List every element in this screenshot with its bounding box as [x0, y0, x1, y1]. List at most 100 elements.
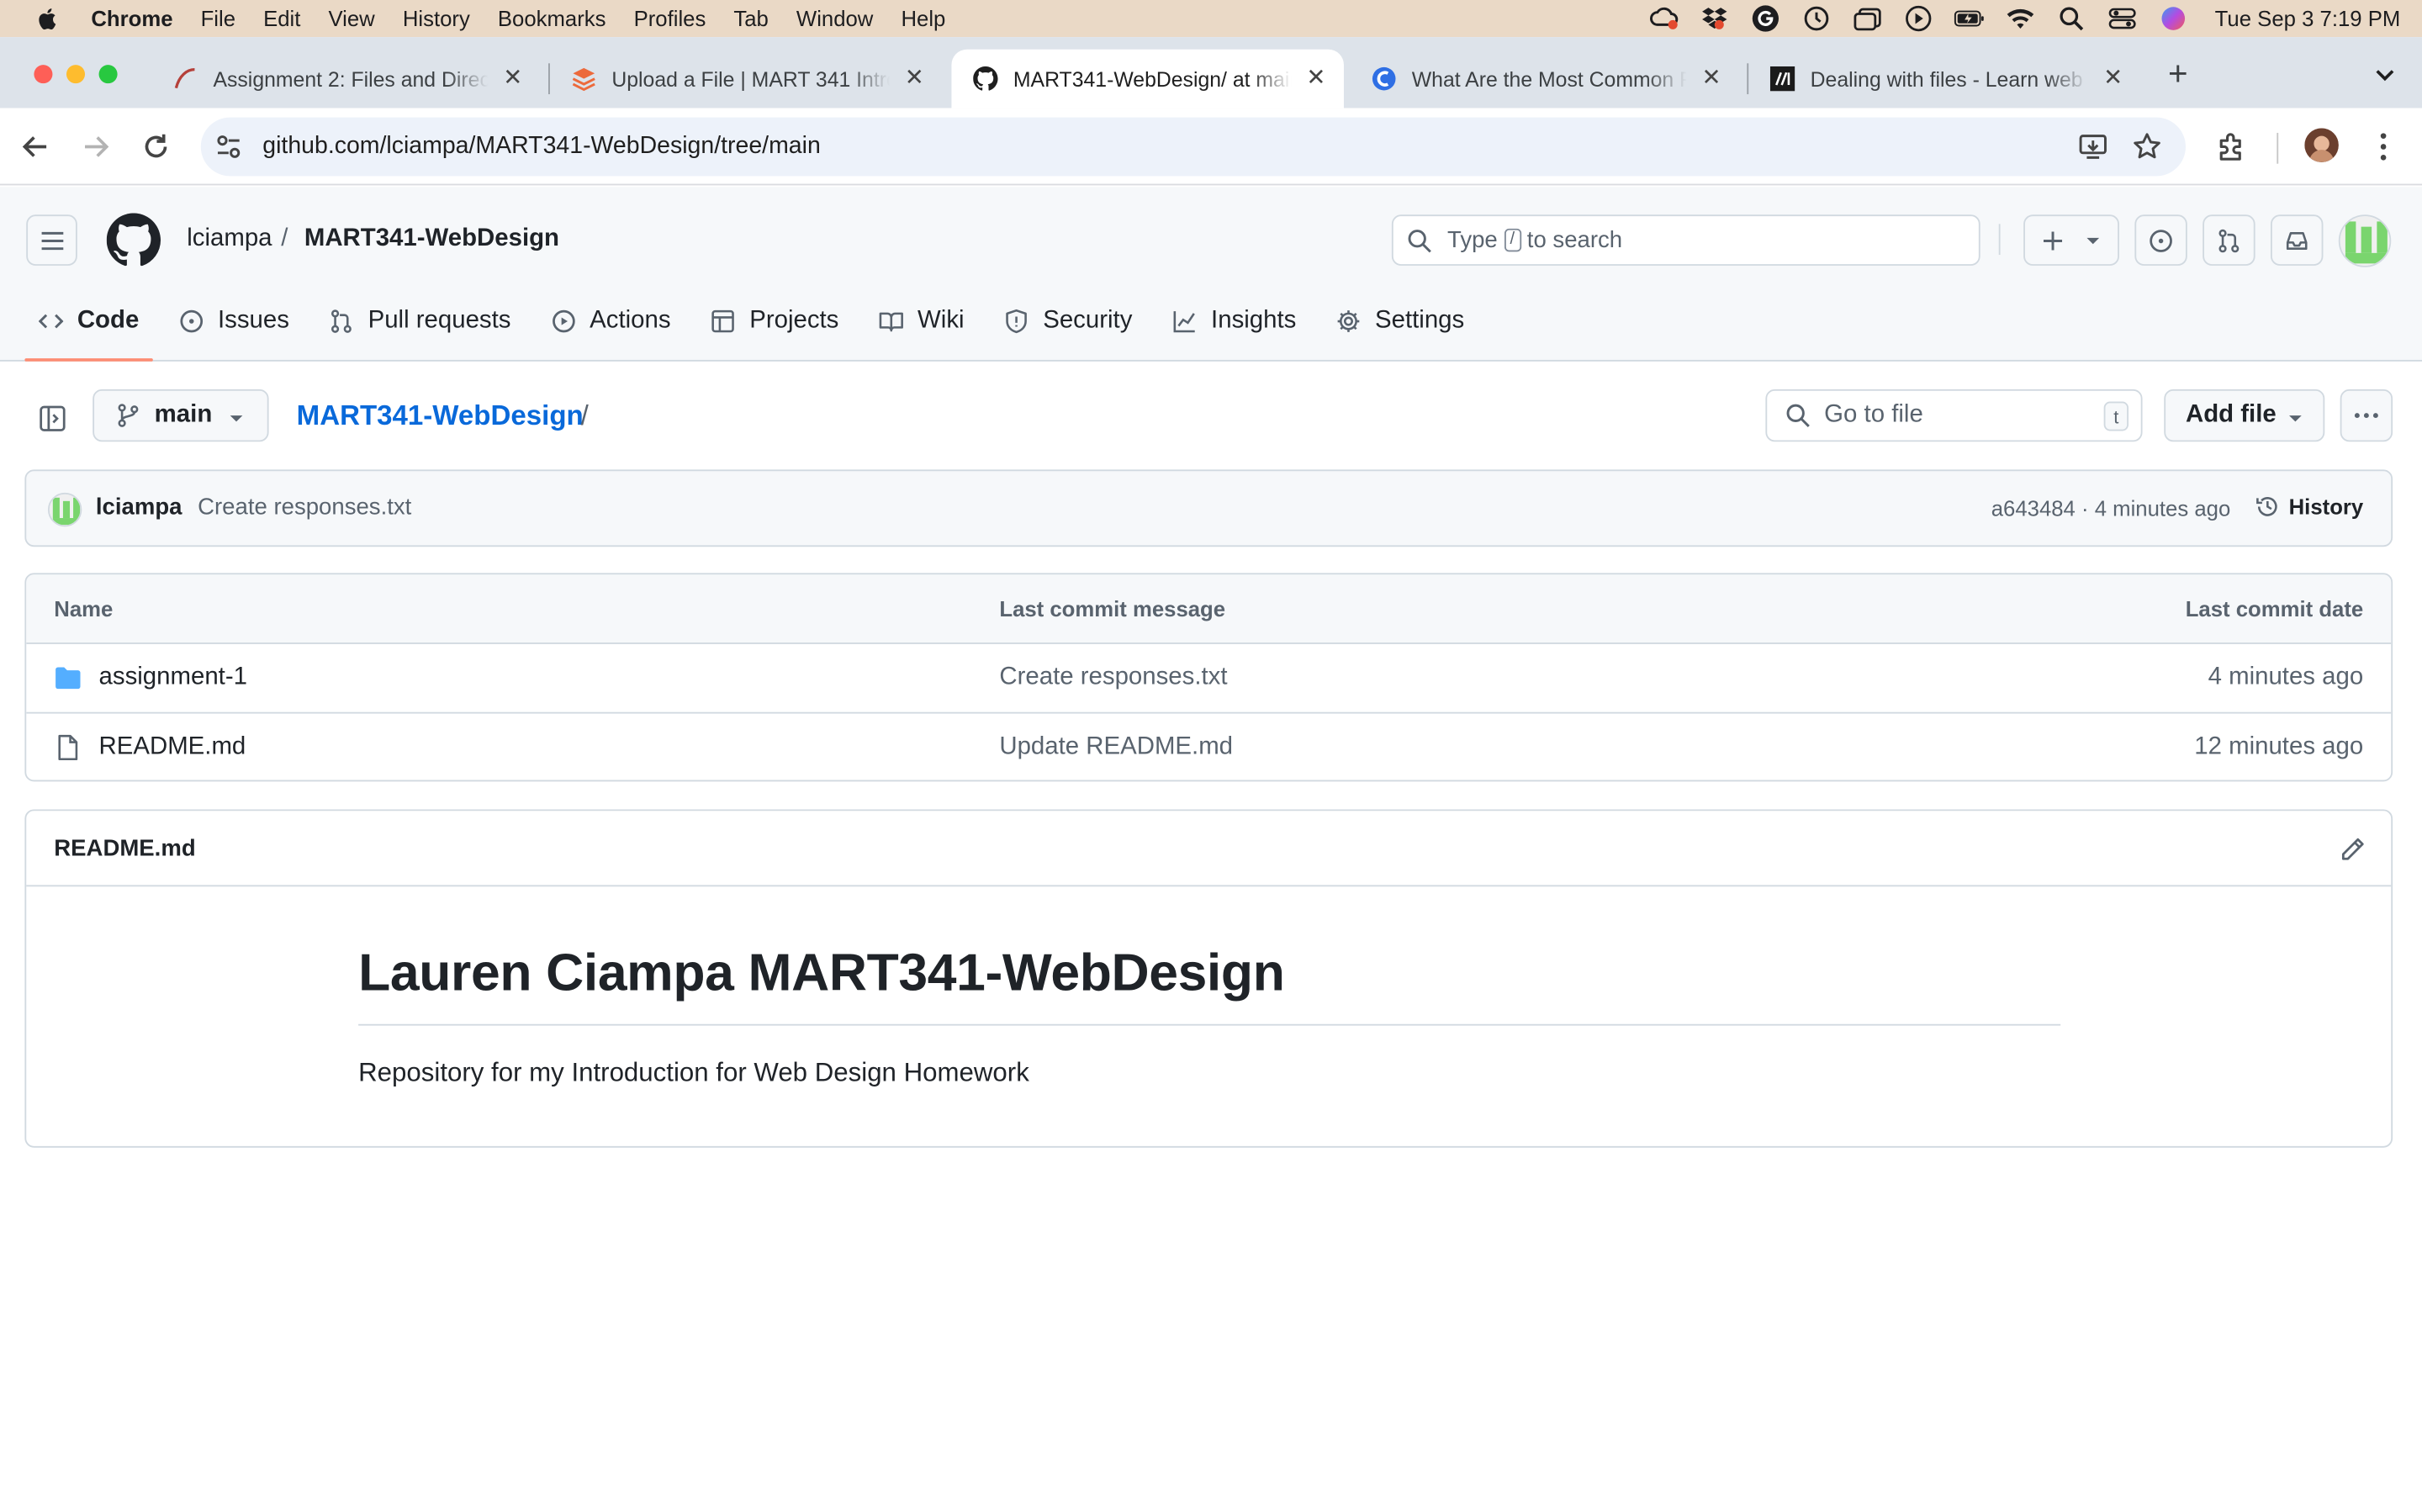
- wifi-icon[interactable]: [2005, 6, 2036, 30]
- tab-issues[interactable]: Issues: [166, 288, 304, 352]
- close-icon[interactable]: ✕: [1304, 66, 1328, 91]
- reload-icon[interactable]: [139, 130, 172, 163]
- pencil-edit-icon[interactable]: [2339, 836, 2366, 864]
- tab-code[interactable]: Code: [24, 288, 153, 362]
- expand-file-tree-button[interactable]: [28, 394, 76, 441]
- window-minimize-button[interactable]: [66, 65, 86, 84]
- battery-icon[interactable]: [1954, 6, 1985, 30]
- canvas-icon: [173, 66, 198, 91]
- tab-pull-requests[interactable]: Pull requests: [315, 288, 525, 352]
- tab-wiki[interactable]: Wiki: [865, 288, 978, 352]
- browser-tab-4[interactable]: What Are the Most Common File ✕: [1350, 50, 1739, 108]
- play-circle-icon[interactable]: [1903, 5, 1934, 32]
- file-icon: [58, 734, 78, 760]
- tab-label: Security: [1043, 306, 1133, 333]
- github-logo-icon[interactable]: [106, 213, 161, 267]
- time-machine-icon[interactable]: [1801, 6, 1832, 31]
- add-file-button[interactable]: Add file: [2164, 389, 2325, 442]
- close-icon[interactable]: ✕: [2101, 66, 2125, 91]
- grammarly-icon[interactable]: [1750, 5, 1781, 32]
- apple-icon[interactable]: [34, 5, 61, 33]
- go-to-file-input[interactable]: Go to file t: [1765, 389, 2143, 442]
- extensions-puzzle-icon[interactable]: [2215, 130, 2249, 163]
- menu-bar-clock[interactable]: Tue Sep 3 7:19 PM: [2215, 6, 2401, 30]
- search-placeholder-suffix: to search: [1526, 227, 1623, 254]
- siri-icon[interactable]: [2158, 6, 2189, 30]
- close-icon[interactable]: ✕: [500, 66, 525, 91]
- plus-icon: [2044, 230, 2063, 250]
- menu-history[interactable]: History: [403, 6, 470, 30]
- chrome-menu-kebab-icon[interactable]: [2366, 130, 2400, 163]
- inbox-button[interactable]: [2271, 214, 2324, 266]
- browser-tab-2[interactable]: Upload a File | MART 341 Intro ✕: [550, 50, 943, 108]
- issues-button[interactable]: [2134, 214, 2187, 266]
- menu-edit[interactable]: Edit: [263, 6, 300, 30]
- install-app-icon[interactable]: [2077, 131, 2108, 162]
- creative-cloud-icon[interactable]: [1648, 6, 1679, 30]
- table-header-row: Name Last commit message Last commit dat…: [26, 574, 2392, 644]
- control-center-icon[interactable]: [2107, 6, 2138, 30]
- commit-sha-time[interactable]: a643484 · 4 minutes ago: [1991, 496, 2230, 521]
- chrome-profile-avatar[interactable]: [2304, 128, 2339, 162]
- breadcrumb-repo-link[interactable]: MART341-WebDesign: [304, 225, 559, 253]
- commit-message-link[interactable]: Create responses.txt: [198, 494, 411, 521]
- address-bar[interactable]: github.com/lciampa/MART341-WebDesign/tre…: [200, 117, 2186, 177]
- tab-settings[interactable]: Settings: [1323, 288, 1478, 352]
- close-icon[interactable]: ✕: [1699, 66, 1723, 91]
- breadcrumb-owner-link[interactable]: lciampa: [187, 225, 272, 253]
- column-header-message: Last commit message: [999, 595, 1226, 621]
- commit-author-link[interactable]: lciampa: [96, 494, 182, 521]
- back-arrow-icon[interactable]: [19, 130, 52, 163]
- browser-toolbar: github.com/lciampa/MART341-WebDesign/tre…: [0, 108, 2422, 186]
- file-name-link[interactable]: README.md: [99, 733, 246, 761]
- path-repo-link[interactable]: MART341-WebDesign: [297, 400, 584, 433]
- commit-author-avatar[interactable]: [47, 492, 82, 527]
- table-row[interactable]: README.md Update README.md 12 minutes ag…: [26, 711, 2392, 780]
- dropbox-icon[interactable]: [1699, 6, 1730, 30]
- global-search-input[interactable]: Type / to search: [1391, 214, 1980, 266]
- bookmark-star-icon[interactable]: [2132, 131, 2163, 162]
- menu-file[interactable]: File: [201, 6, 235, 30]
- tab-security[interactable]: Security: [991, 288, 1146, 352]
- file-name-link[interactable]: assignment-1: [99, 664, 247, 692]
- forward-arrow-icon[interactable]: [79, 130, 113, 163]
- spotlight-search-icon[interactable]: [2055, 6, 2086, 31]
- row-commit-message-link[interactable]: Update README.md: [999, 714, 1233, 780]
- tab-label: Settings: [1375, 306, 1465, 333]
- repo-navigation: Code Issues Pull requests Actions Projec…: [24, 288, 1490, 362]
- menu-help[interactable]: Help: [901, 6, 945, 30]
- window-zoom-button[interactable]: [98, 65, 118, 84]
- browser-tab-5[interactable]: Dealing with files - Learn web ✕: [1748, 50, 2141, 108]
- pull-requests-button[interactable]: [2203, 214, 2255, 266]
- menu-tab[interactable]: Tab: [733, 6, 768, 30]
- tab-insights[interactable]: Insights: [1159, 288, 1310, 352]
- user-avatar-identicon[interactable]: [2338, 214, 2392, 267]
- menu-window[interactable]: Window: [796, 6, 873, 30]
- menu-view[interactable]: View: [328, 6, 374, 30]
- readme-heading: Lauren Ciampa MART341-WebDesign: [358, 944, 1285, 1003]
- readme-filename-link[interactable]: README.md: [54, 836, 195, 862]
- row-commit-message-link[interactable]: Create responses.txt: [999, 644, 1227, 712]
- tab-search-icon[interactable]: [2370, 59, 2401, 90]
- new-tab-button[interactable]: +: [2162, 56, 2193, 90]
- window-close-button[interactable]: [34, 65, 53, 84]
- url-text[interactable]: github.com/lciampa/MART341-WebDesign/tre…: [262, 133, 821, 161]
- browser-tab-1[interactable]: Assignment 2: Files and Directories ✕: [151, 50, 541, 108]
- tab-projects[interactable]: Projects: [697, 288, 853, 352]
- menu-profiles[interactable]: Profiles: [634, 6, 706, 30]
- more-options-button[interactable]: [2340, 389, 2393, 442]
- stage-manager-icon[interactable]: [1852, 6, 1883, 31]
- table-row[interactable]: assignment-1 Create responses.txt 4 minu…: [26, 644, 2391, 712]
- hamburger-menu-button[interactable]: [26, 214, 77, 266]
- issue-opened-icon: [2150, 229, 2172, 251]
- history-button[interactable]: History: [2255, 494, 2363, 519]
- site-info-icon[interactable]: [213, 131, 244, 162]
- browser-tab-3-active[interactable]: MART341-WebDesign/ at main ✕: [951, 49, 1344, 108]
- menu-bookmarks[interactable]: Bookmarks: [498, 6, 606, 30]
- create-new-button[interactable]: [2023, 214, 2120, 266]
- close-icon[interactable]: ✕: [902, 66, 927, 91]
- latest-commit-bar: lciampa Create responses.txt a643484 · 4…: [24, 469, 2393, 547]
- tab-actions[interactable]: Actions: [537, 288, 685, 352]
- menu-app-chrome[interactable]: Chrome: [91, 6, 172, 30]
- branch-selector-button[interactable]: main: [93, 389, 269, 442]
